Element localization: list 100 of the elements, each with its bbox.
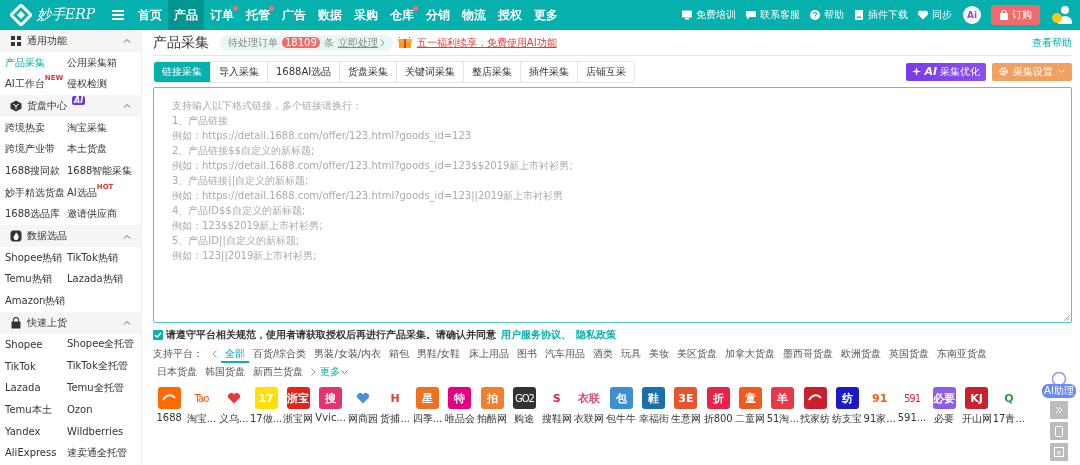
platform-logo[interactable]: 纺: [835, 387, 859, 409]
category-tab[interactable]: 英国货盘: [884, 345, 933, 363]
nav-tab[interactable]: 产品: [168, 0, 204, 30]
mobile-button[interactable]: [1050, 422, 1068, 440]
category-tab[interactable]: 箱包: [385, 345, 414, 363]
sidebar-item[interactable]: 1688选品库: [5, 207, 61, 222]
platform-logo[interactable]: [157, 387, 181, 409]
promo-link[interactable]: 五一福利续享，免费使用AI功能: [416, 35, 557, 50]
tab[interactable]: 店铺互采: [578, 61, 635, 82]
tab[interactable]: 插件采集: [521, 61, 579, 82]
ai-avatar[interactable]: Ai: [963, 6, 981, 24]
sidebar-item[interactable]: Temu本土: [5, 402, 52, 417]
placeholder-line: 例如：https://detail.1688.com/offer/123.html?goods_id=123: [172, 129, 472, 143]
category-tab[interactable]: 玩具: [616, 345, 645, 363]
sidebar-item[interactable]: 本土货盘: [67, 142, 107, 157]
sidebar-item[interactable]: Wildberries: [67, 425, 124, 437]
heart-icon: [355, 392, 370, 404]
chevron-down-icon: [1058, 69, 1065, 74]
platform-logo[interactable]: 浙宝: [286, 387, 310, 409]
platform-logo[interactable]: 特: [448, 387, 472, 409]
heart-icon: [917, 9, 929, 21]
sidebar-item[interactable]: TikTok全托管: [67, 359, 128, 374]
resize-handle-icon: [1064, 315, 1070, 321]
platform-logo[interactable]: GO2: [512, 387, 536, 409]
link-input-field[interactable]: [153, 87, 1072, 323]
sidebar-item[interactable]: 邀请供应商: [67, 207, 117, 222]
sidebar-item[interactable]: AI选品: [67, 185, 97, 200]
sidebar-item[interactable]: Temu热销: [5, 272, 52, 287]
category-tab[interactable]: 男鞋/女鞋: [413, 345, 465, 363]
tab[interactable]: 导入采集: [211, 61, 268, 82]
platform-name: 1688: [156, 412, 182, 423]
section-header[interactable]: 数据选品: [0, 225, 141, 247]
sidebar-item[interactable]: Temu全托管: [67, 380, 124, 395]
category-tab[interactable]: 韩国货盘: [201, 363, 249, 381]
chevron-left-icon: [212, 350, 217, 358]
tab[interactable]: 整店采集: [464, 61, 522, 82]
sidebar-item[interactable]: Shopee全托管: [67, 337, 135, 352]
sidebar-item[interactable]: 1688搜同款: [5, 163, 61, 178]
ai-optimize-button[interactable]: AI 采集优化: [906, 62, 986, 81]
sidebar-item[interactable]: Amazon热销: [5, 294, 66, 309]
sidebar-item[interactable]: 公用采集箱: [67, 55, 117, 70]
platform-name: 91家...: [863, 412, 896, 426]
sidebar-item[interactable]: Lazada热销: [67, 272, 123, 287]
placeholder-line: 5、产品ID||自定义的新标题;: [172, 234, 300, 248]
category-tab[interactable]: 墨西哥货盘: [778, 345, 837, 363]
platform-logo[interactable]: 3E: [674, 387, 698, 409]
feedback-button[interactable]: [1050, 443, 1068, 461]
chat-icon: [745, 9, 757, 21]
sidebar-item[interactable]: 跨境产业带: [5, 142, 55, 157]
tab[interactable]: 1688AI选品: [268, 61, 341, 82]
platform-logo[interactable]: KJ: [965, 387, 989, 409]
category-tab[interactable]: 汽车用品: [540, 345, 589, 363]
platform-logo[interactable]: 羊: [771, 387, 795, 409]
platform-logo[interactable]: [803, 387, 827, 409]
category-tab[interactable]: 美妆: [644, 345, 673, 363]
platform-logo[interactable]: 鞋: [642, 387, 666, 409]
tab[interactable]: 货盘采集: [340, 61, 398, 82]
sidebar-item[interactable]: Shopee: [5, 338, 43, 350]
bag-icon: [999, 10, 1009, 20]
category-tab[interactable]: 床上用品: [464, 345, 513, 363]
platform-logo[interactable]: 搜: [319, 387, 343, 409]
section-header[interactable]: 货盘中心 AI: [0, 95, 141, 117]
sidebar-item[interactable]: 淘宝采集: [67, 120, 107, 135]
logo-icon: [10, 4, 32, 26]
sidebar-item[interactable]: 侵权检测: [67, 77, 107, 92]
category-tab[interactable]: 加拿大货盘: [720, 345, 779, 363]
collapse-button[interactable]: [1050, 401, 1068, 419]
category-tab[interactable]: 酒类: [588, 345, 617, 363]
tab[interactable]: 关键词采集: [397, 61, 465, 82]
sidebar-item[interactable]: Ozon: [67, 404, 93, 416]
placeholder-line: 例如：123$$2019新上市衬衫男;: [172, 219, 323, 233]
filter-label: 支持平台：: [153, 347, 203, 361]
section-header[interactable]: 快速上货: [0, 311, 141, 334]
category-tab[interactable]: 美区货盘: [672, 345, 721, 363]
category-tab[interactable]: 新西兰货盘: [249, 363, 307, 381]
platform-logo[interactable]: 折: [706, 387, 730, 409]
sidebar-item[interactable]: TikTok热销: [67, 250, 118, 265]
sidebar-item[interactable]: AI工作台: [5, 77, 45, 92]
placeholder-line: 4、产品ID$$自定义的新标题;: [172, 204, 306, 218]
sidebar-item[interactable]: TikTok: [5, 360, 36, 372]
category-tab[interactable]: 图书: [512, 345, 541, 363]
platform-logo[interactable]: 必要: [932, 387, 956, 409]
category-tab[interactable]: 东南亚货盘: [932, 345, 991, 363]
sidebar-item[interactable]: 1688智能采集: [67, 163, 133, 178]
sidebar-item[interactable]: 速卖通全托管: [67, 445, 127, 460]
category-tab[interactable]: 百货/综合类: [249, 345, 311, 363]
sidebar-item[interactable]: Lazada: [5, 382, 41, 394]
phone-icon: [1055, 425, 1063, 437]
sidebar-item[interactable]: 跨境热卖: [5, 120, 45, 135]
category-tab[interactable]: 欧洲货盘: [836, 345, 885, 363]
agreement-checkbox[interactable]: [153, 330, 163, 340]
sidebar-item[interactable]: Yandex: [5, 425, 41, 437]
sidebar-item[interactable]: Shopee热销: [5, 250, 63, 265]
placeholder-line: 3、产品链接||自定义的新标题;: [172, 174, 309, 188]
platform-name: 找家纺: [800, 412, 831, 426]
sidebar-item[interactable]: AliExpress: [5, 447, 57, 459]
section-header[interactable]: 通用功能: [0, 30, 141, 52]
category-tab[interactable]: 日本货盘: [153, 363, 201, 381]
category-tab[interactable]: 男装/女装/内衣: [310, 345, 386, 363]
sidebar-item[interactable]: 妙手精选货盘: [5, 185, 65, 200]
